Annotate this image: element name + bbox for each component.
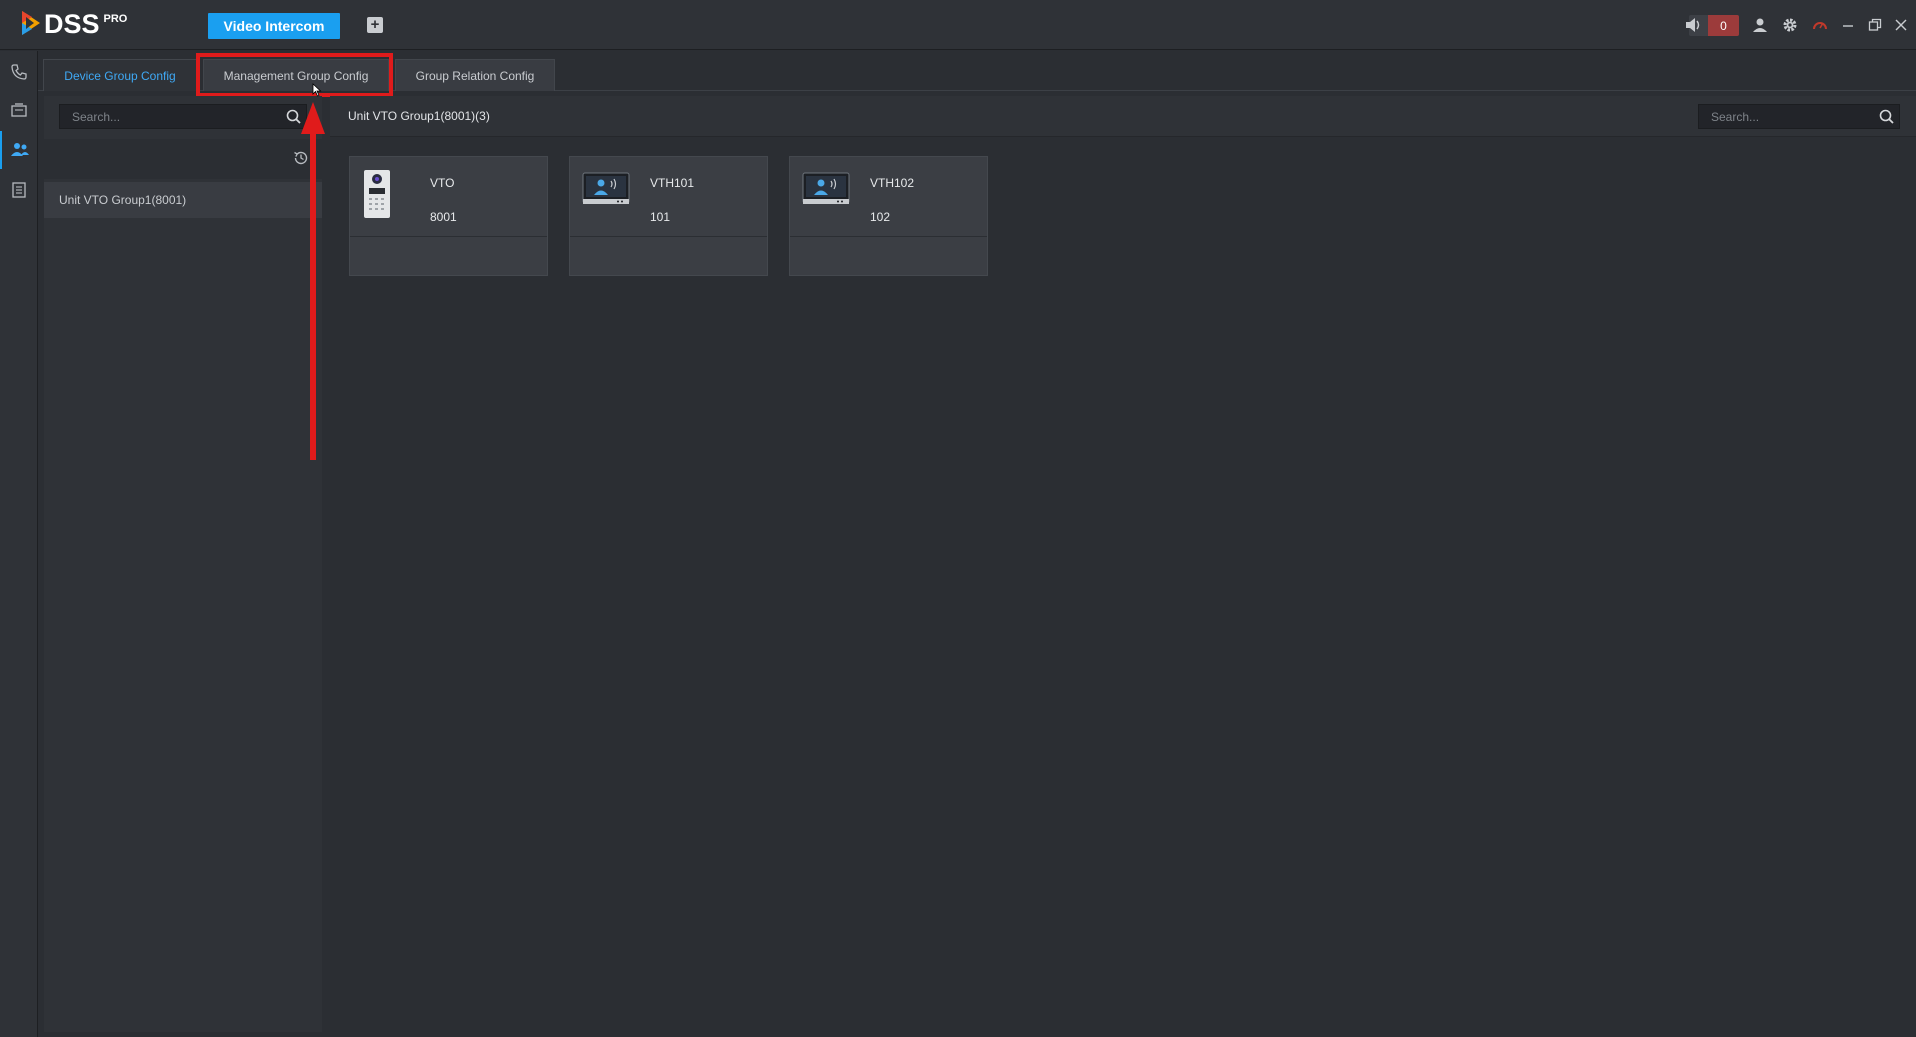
search-icon[interactable] xyxy=(1873,105,1899,129)
tab-management-group-config[interactable]: Management Group Config xyxy=(203,59,389,91)
contacts-icon xyxy=(11,143,29,156)
device-name: VTH102 xyxy=(870,176,915,190)
device-card-body: VTH101 101 xyxy=(570,157,767,237)
close-icon[interactable] xyxy=(1891,15,1911,35)
device-card-body: VTO 8001 xyxy=(350,157,547,237)
device-number: 102 xyxy=(870,210,891,224)
title-bar: DSS PRO Video Intercom + 0 xyxy=(0,0,1916,50)
device-number: 101 xyxy=(650,210,671,224)
minimize-icon[interactable] xyxy=(1838,15,1858,35)
device-card[interactable]: VTH102 102 xyxy=(789,156,988,276)
device-card[interactable]: VTH101 101 xyxy=(569,156,768,276)
rail-item-records[interactable] xyxy=(0,171,38,209)
speaker-icon[interactable] xyxy=(1684,15,1704,35)
add-module-button[interactable]: + xyxy=(367,17,383,33)
config-tab-bar: Device Group Config Management Group Con… xyxy=(38,51,1916,91)
plus-icon: + xyxy=(370,16,380,33)
tab-device-group-config[interactable]: Device Group Config xyxy=(43,59,197,91)
device-list-icon xyxy=(11,103,27,117)
logo-mark-icon xyxy=(22,11,40,35)
record-icon xyxy=(12,182,26,198)
gear-icon[interactable] xyxy=(1780,15,1800,35)
group-search-input[interactable] xyxy=(60,105,280,128)
rail-item-contacts[interactable] xyxy=(0,131,38,169)
indoor-monitor-icon xyxy=(802,172,850,204)
device-name: VTO xyxy=(430,176,455,190)
device-group-content: Unit VTO Group1(8001)(3) xyxy=(330,96,1916,1037)
tab-group-relation-config[interactable]: Group Relation Config xyxy=(395,59,555,91)
device-search xyxy=(1698,104,1900,129)
device-number: 8001 xyxy=(430,210,457,224)
logo-superscript: PRO xyxy=(103,13,128,25)
device-name: VTH101 xyxy=(650,176,695,190)
rail-item-call[interactable] xyxy=(0,53,38,91)
group-search xyxy=(59,104,307,129)
tree-item-group[interactable]: Unit VTO Group1(8001) xyxy=(44,182,322,218)
group-tree-panel: Unit VTO Group1(8001) xyxy=(44,96,322,1032)
phone-icon xyxy=(11,64,27,80)
module-tab-video-intercom[interactable]: Video Intercom xyxy=(208,13,340,39)
device-card[interactable]: VTO 8001 xyxy=(349,156,548,276)
search-icon[interactable] xyxy=(280,105,306,129)
performance-icon[interactable] xyxy=(1810,15,1830,35)
device-card-body: VTH102 102 xyxy=(790,157,987,237)
restore-icon[interactable] xyxy=(1865,15,1885,35)
door-station-icon xyxy=(364,170,390,218)
left-navigation-rail xyxy=(0,51,38,1037)
alarm-count-badge[interactable]: 0 xyxy=(1708,15,1739,36)
device-search-input[interactable] xyxy=(1699,105,1873,128)
history-icon[interactable] xyxy=(292,149,310,167)
user-icon[interactable] xyxy=(1750,15,1770,35)
content-header: Unit VTO Group1(8001)(3) xyxy=(330,96,1916,137)
logo-text: DSS xyxy=(44,9,100,39)
group-title: Unit VTO Group1(8001)(3) xyxy=(348,109,490,123)
indoor-monitor-icon xyxy=(582,172,630,204)
app-logo: DSS PRO xyxy=(20,9,127,41)
tree-toolbar xyxy=(44,139,322,179)
rail-item-devices[interactable] xyxy=(0,91,38,129)
